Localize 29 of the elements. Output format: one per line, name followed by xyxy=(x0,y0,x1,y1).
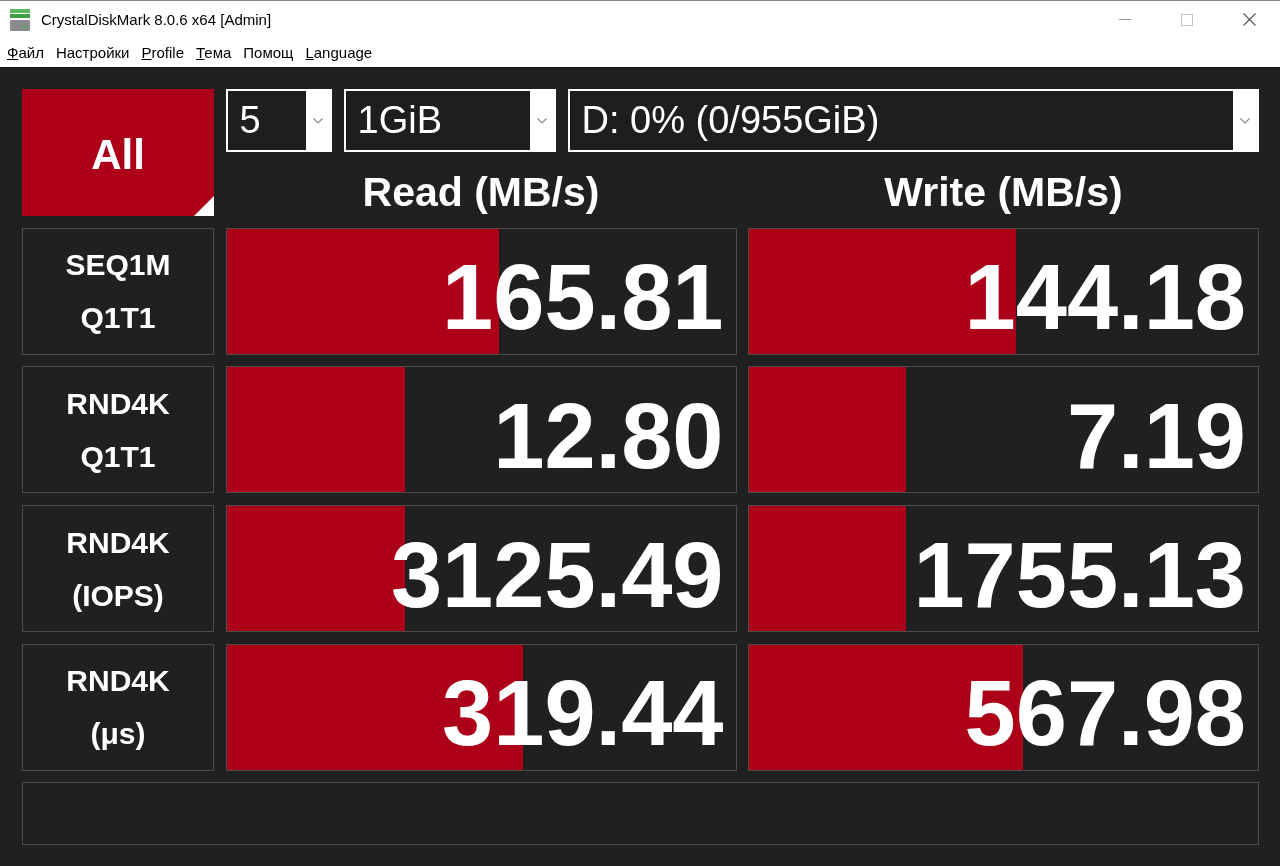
menu-item[interactable]: Помощ xyxy=(237,44,300,61)
menu-item[interactable]: Файл xyxy=(1,44,50,61)
menu-item[interactable]: Тема xyxy=(190,44,238,61)
corner-triangle-icon xyxy=(194,196,214,216)
result-value: 12.80 xyxy=(493,389,724,482)
app-drive-icon xyxy=(10,8,30,31)
menu-item[interactable]: Настройки xyxy=(49,44,136,61)
maximize-icon xyxy=(1181,13,1193,26)
close-icon xyxy=(1242,13,1256,26)
chevron-down-icon xyxy=(536,117,547,124)
test-button[interactable]: RND4K (IOPS) xyxy=(22,505,214,633)
menu-item[interactable]: Profile xyxy=(135,44,190,61)
minimize-icon xyxy=(1119,19,1131,20)
drive-select[interactable]: D: 0% (0/955GiB) xyxy=(567,89,1259,152)
test-button[interactable]: RND4K (μs) xyxy=(22,643,214,771)
window-title: CrystalDiskMark 8.0.6 x64 [Admin] xyxy=(41,11,272,28)
run-all-button[interactable]: All xyxy=(22,89,214,216)
result-value: 7.19 xyxy=(1066,389,1246,482)
count-select[interactable]: 5 xyxy=(225,89,332,152)
test-button[interactable]: SEQ1M Q1T1 xyxy=(22,227,214,355)
size-select[interactable]: 1GiB xyxy=(343,89,556,152)
result-value: 1755.13 xyxy=(913,528,1246,621)
chevron-down-icon xyxy=(1240,117,1250,124)
chevron-down-icon xyxy=(312,117,323,124)
comment-field[interactable] xyxy=(22,782,1259,846)
menu-item[interactable]: Language xyxy=(299,44,379,61)
column-header: Write (MB/s) xyxy=(884,168,1123,216)
column-header: Read (MB/s) xyxy=(362,168,600,216)
test-button[interactable]: RND4K Q1T1 xyxy=(22,366,214,494)
